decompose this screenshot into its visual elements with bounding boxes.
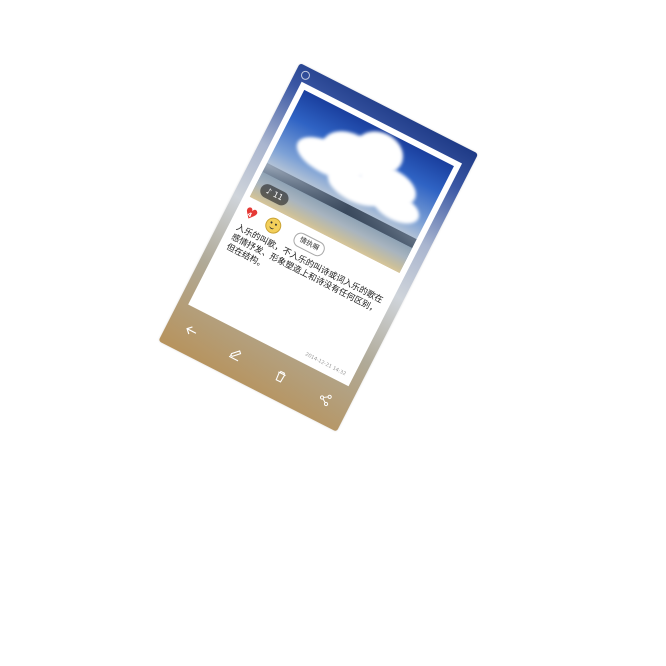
share-icon xyxy=(319,394,332,407)
edit-button[interactable] xyxy=(221,339,251,369)
back-arrow-icon xyxy=(186,326,197,335)
delete-button[interactable] xyxy=(266,362,296,392)
phone-screen: ♪ 11 ♥ 4 情执嘛 入乐的叫歌，不入乐的叫诗或词入乐的歌在感情抒发、形象塑造… xyxy=(158,63,479,432)
share-button[interactable] xyxy=(310,384,340,414)
smiley-face-icon[interactable] xyxy=(262,214,285,237)
mood-count: 4 xyxy=(246,211,253,220)
pencil-icon xyxy=(228,350,242,362)
circle-icon xyxy=(299,69,312,82)
back-button[interactable] xyxy=(177,316,207,346)
trash-icon xyxy=(275,370,286,383)
heart-icon[interactable]: ♥ 4 xyxy=(241,203,263,225)
screen-stage: ♪ 11 ♥ 4 情执嘛 入乐的叫歌，不入乐的叫诗或词入乐的歌在感情抒发、形象塑造… xyxy=(0,0,666,666)
